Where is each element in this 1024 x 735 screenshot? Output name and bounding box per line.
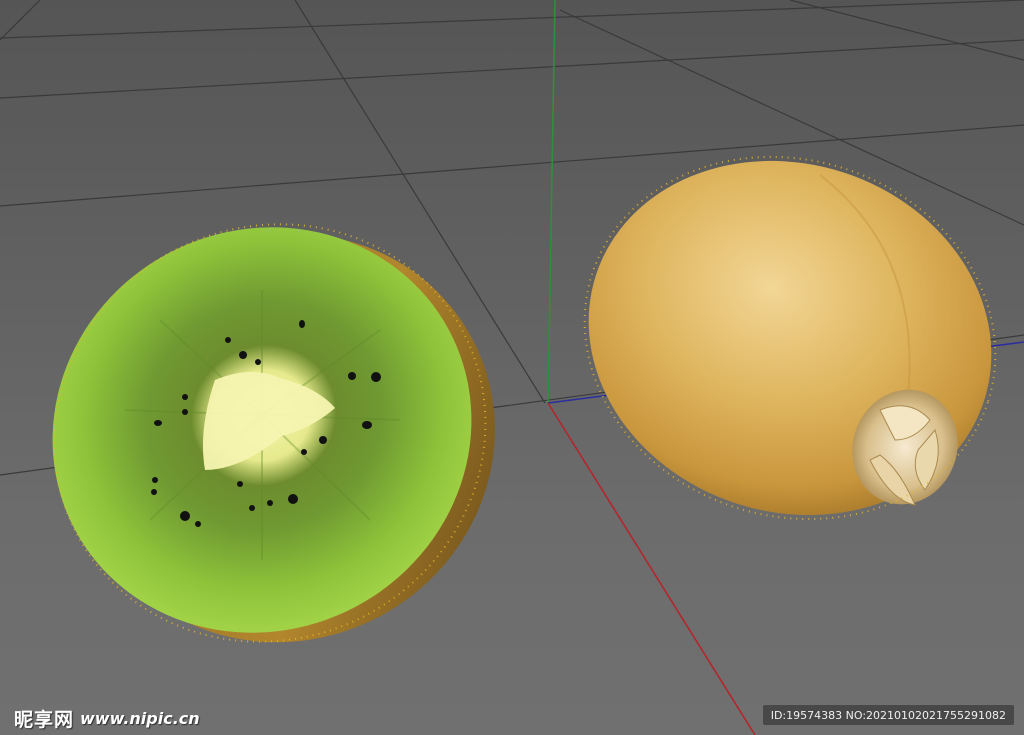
- scene-canvas[interactable]: [0, 0, 1024, 735]
- watermark-logo: 昵享网 www.nipic.cn: [14, 704, 200, 732]
- y-axis: [547, 0, 556, 404]
- 3d-viewport[interactable]: 昵享网 www.nipic.cn ID:19574383 NO:20210102…: [0, 0, 1024, 735]
- kiwi-half-sliced: [52, 223, 495, 643]
- watermark-site-name: 昵享网: [14, 708, 75, 731]
- image-id-badge: ID:19574383 NO:20210102021755291082: [762, 705, 1014, 725]
- watermark-url: www.nipic.cn: [80, 708, 200, 728]
